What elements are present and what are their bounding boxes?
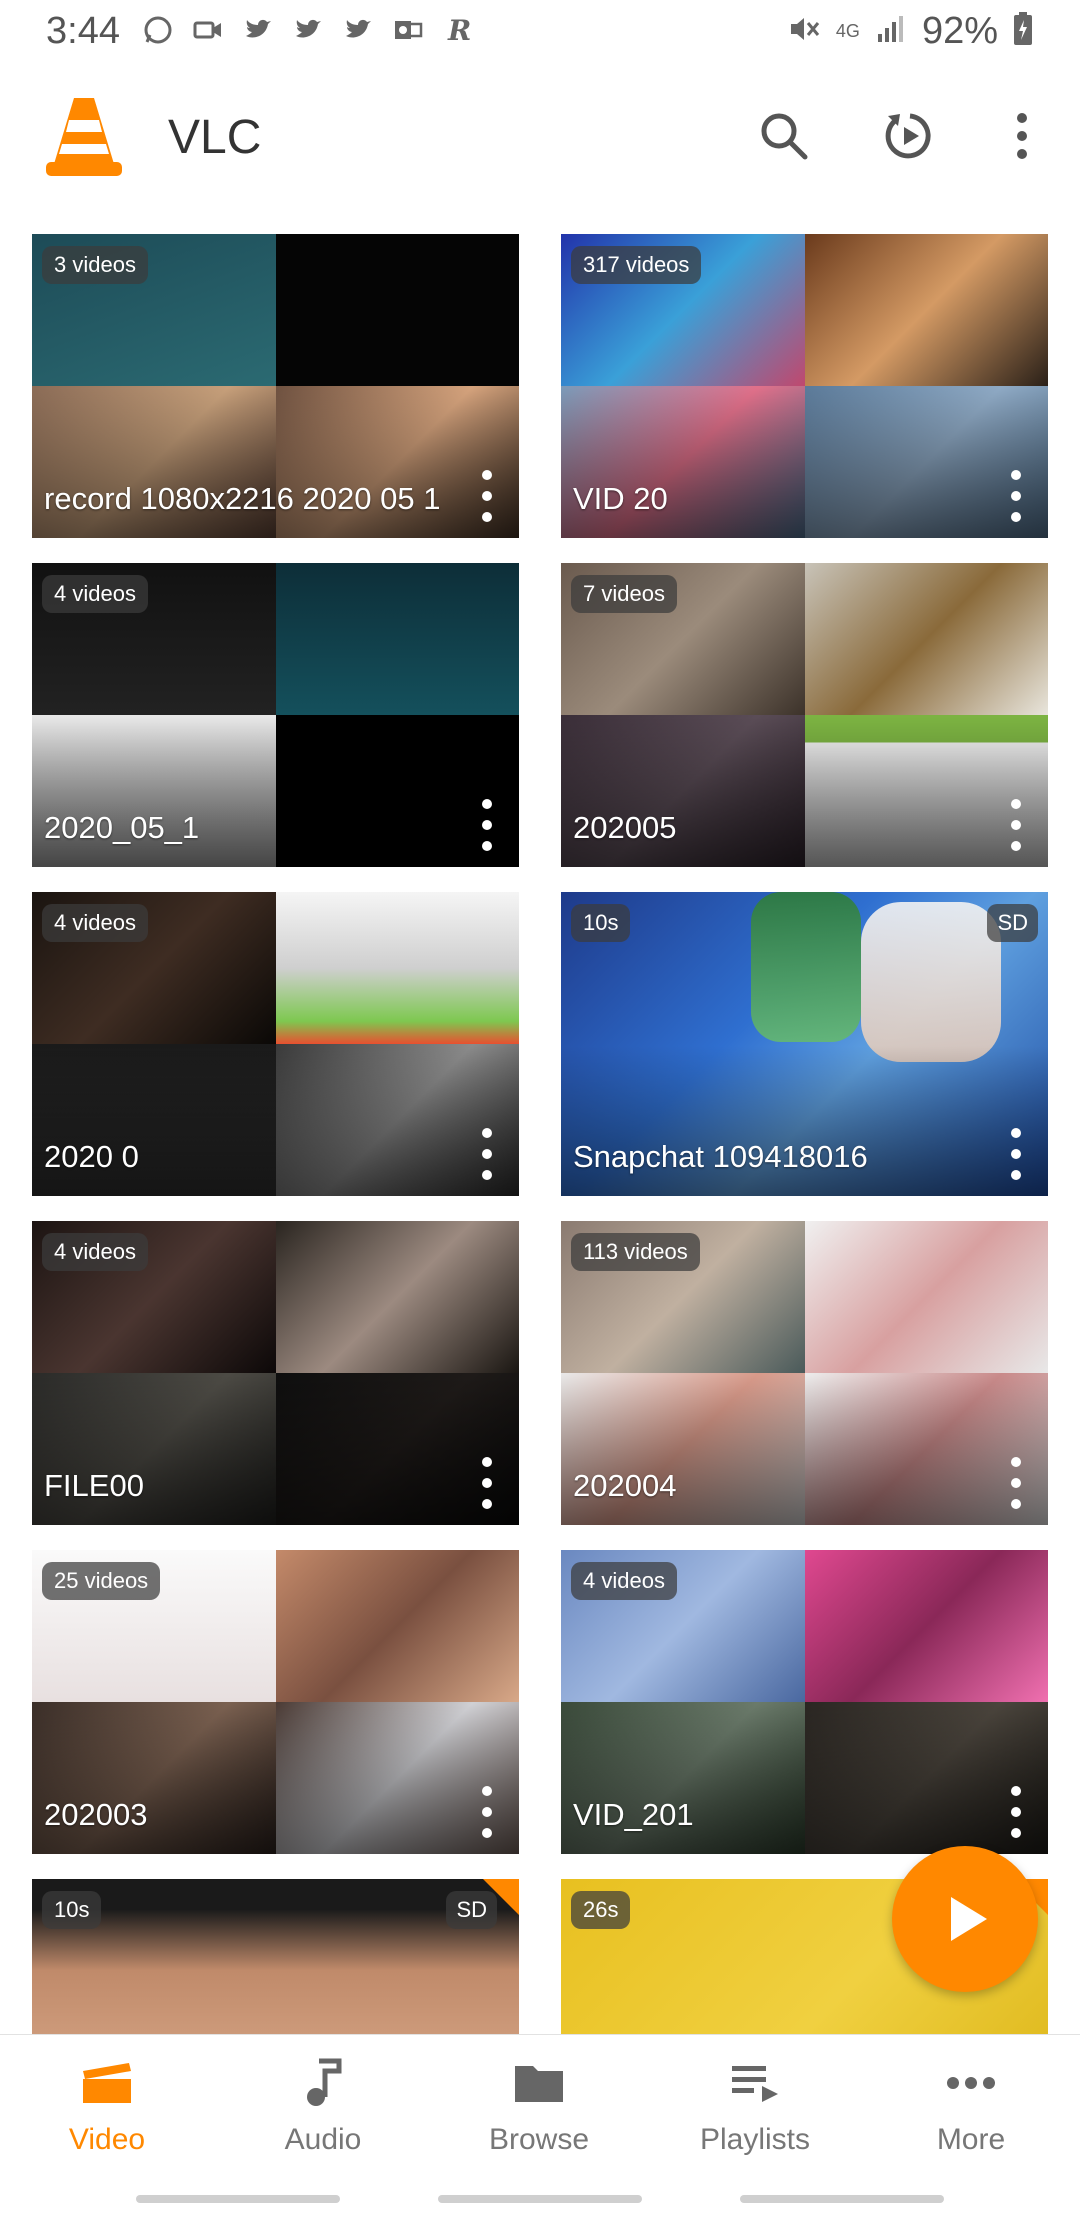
video-count-badge: 3 videos — [42, 246, 148, 284]
video-folder-card[interactable]: 4 videos VID_201 — [561, 1550, 1048, 1854]
folder-icon — [509, 2055, 569, 2111]
video-camera-icon — [190, 12, 226, 48]
video-count-badge: 4 videos — [42, 904, 148, 942]
video-folder-card[interactable]: 4 videos 2020 0 — [32, 892, 519, 1196]
card-more-options-icon[interactable] — [475, 1128, 499, 1180]
video-folder-card[interactable]: 317 videos VID 20 — [561, 234, 1048, 538]
gesture-recent-bar[interactable] — [136, 2195, 340, 2203]
nav-item-audio[interactable]: Audio — [223, 2055, 423, 2165]
card-more-options-icon[interactable] — [1004, 470, 1028, 522]
overflow-menu-icon[interactable] — [990, 104, 1054, 168]
video-count-badge: 4 videos — [571, 1562, 677, 1600]
gesture-back-bar[interactable] — [740, 2195, 944, 2203]
card-more-options-icon[interactable] — [1004, 1457, 1028, 1509]
nav-label: More — [936, 2123, 1006, 2156]
mute-icon — [786, 11, 822, 52]
folder-title: 202003 — [44, 1797, 148, 1832]
duration-badge: 10s — [571, 904, 631, 942]
video-title: Snapchat 109418016 — [573, 1139, 868, 1174]
folder-title: 2020 0 — [44, 1139, 139, 1174]
card-more-options-icon[interactable] — [475, 1457, 499, 1509]
signal-icon — [874, 12, 908, 51]
duration-badge: 26s — [571, 1891, 631, 1929]
status-right: 4G 92% — [786, 10, 1034, 53]
card-more-options-icon[interactable] — [475, 799, 499, 851]
notification-icons: R — [140, 12, 476, 48]
whatsapp-icon — [140, 12, 176, 48]
music-note-icon — [293, 2055, 353, 2111]
video-count-badge: 113 videos — [571, 1233, 700, 1271]
video-folder-card[interactable]: 7 videos 202005 — [561, 563, 1048, 867]
video-count-badge: 317 videos — [571, 246, 702, 284]
nav-item-more[interactable]: More — [871, 2055, 1071, 2165]
app-r-icon: R — [440, 12, 476, 48]
video-folder-card[interactable]: 4 videos 2020_05_1 — [32, 563, 519, 867]
card-more-options-icon[interactable] — [1004, 1786, 1028, 1838]
video-folder-grid: 3 videos record 1080x2216 2020 05 1 317 … — [32, 234, 1048, 2034]
video-icon — [77, 2055, 137, 2111]
nav-label: Browse — [488, 2123, 590, 2156]
more-dots-icon — [941, 2055, 1001, 2111]
nav-item-playlists[interactable]: Playlists — [655, 2055, 855, 2165]
card-more-options-icon[interactable] — [1004, 1128, 1028, 1180]
twitter-icon — [340, 12, 376, 48]
status-bar: 3:44 R 4G 92% — [0, 0, 1080, 66]
nav-label: Video — [68, 2123, 146, 2156]
vlc-cone-logo — [44, 94, 124, 178]
twitter-icon — [240, 12, 276, 48]
playlist-icon — [725, 2055, 785, 2111]
folder-title: VID 20 — [573, 481, 668, 516]
sd-quality-badge: SD — [987, 904, 1038, 942]
play-fab-button[interactable] — [892, 1846, 1038, 1992]
gesture-home-bar[interactable] — [438, 2195, 642, 2203]
resume-playback-icon[interactable] — [878, 104, 942, 168]
battery-percent: 92% — [921, 10, 998, 52]
network-type-label: 4G — [835, 21, 860, 41]
video-folder-card[interactable]: 113 videos 202004 — [561, 1221, 1048, 1525]
duration-badge: 10s — [42, 1891, 102, 1929]
nav-label: Playlists — [699, 2123, 811, 2156]
app-bar: VLC — [0, 66, 1080, 206]
video-folder-card[interactable]: 25 videos 202003 — [32, 1550, 519, 1854]
video-count-badge: 7 videos — [571, 575, 677, 613]
nav-item-video[interactable]: Video — [7, 2055, 207, 2165]
nav-label: Audio — [284, 2123, 362, 2156]
folder-title: 202005 — [573, 810, 677, 845]
outlook-icon — [390, 12, 426, 48]
folder-title: 202004 — [573, 1468, 677, 1503]
video-folder-card[interactable]: 4 videos FILE00 — [32, 1221, 519, 1525]
card-more-options-icon[interactable] — [475, 470, 499, 522]
battery-icon — [1012, 11, 1034, 52]
app-title: VLC — [168, 111, 262, 164]
status-time: 3:44 — [46, 10, 120, 52]
folder-title: 2020_05_1 — [44, 810, 200, 845]
card-more-options-icon[interactable] — [1004, 799, 1028, 851]
bottom-navigation: Video Audio Browse Playlists More — [0, 2034, 1080, 2220]
folder-title: VID_201 — [573, 1797, 694, 1832]
video-count-badge: 25 videos — [42, 1562, 161, 1600]
svg-text:R: R — [447, 14, 471, 46]
twitter-icon — [290, 12, 326, 48]
folder-title: FILE00 — [44, 1468, 144, 1503]
folder-title: record 1080x2216 2020 05 1 — [44, 481, 441, 516]
play-icon — [951, 1897, 987, 1941]
video-folder-card[interactable]: 3 videos record 1080x2216 2020 05 1 — [32, 234, 519, 538]
video-card[interactable]: 10s SD — [32, 1879, 519, 2034]
search-icon[interactable] — [752, 104, 816, 168]
video-count-badge: 4 videos — [42, 1233, 148, 1271]
card-more-options-icon[interactable] — [475, 1786, 499, 1838]
nav-item-browse[interactable]: Browse — [439, 2055, 639, 2165]
video-count-badge: 4 videos — [42, 575, 148, 613]
watched-check-icon — [483, 1879, 519, 1915]
video-card[interactable]: 10s SD Snapchat 109418016 — [561, 892, 1048, 1196]
